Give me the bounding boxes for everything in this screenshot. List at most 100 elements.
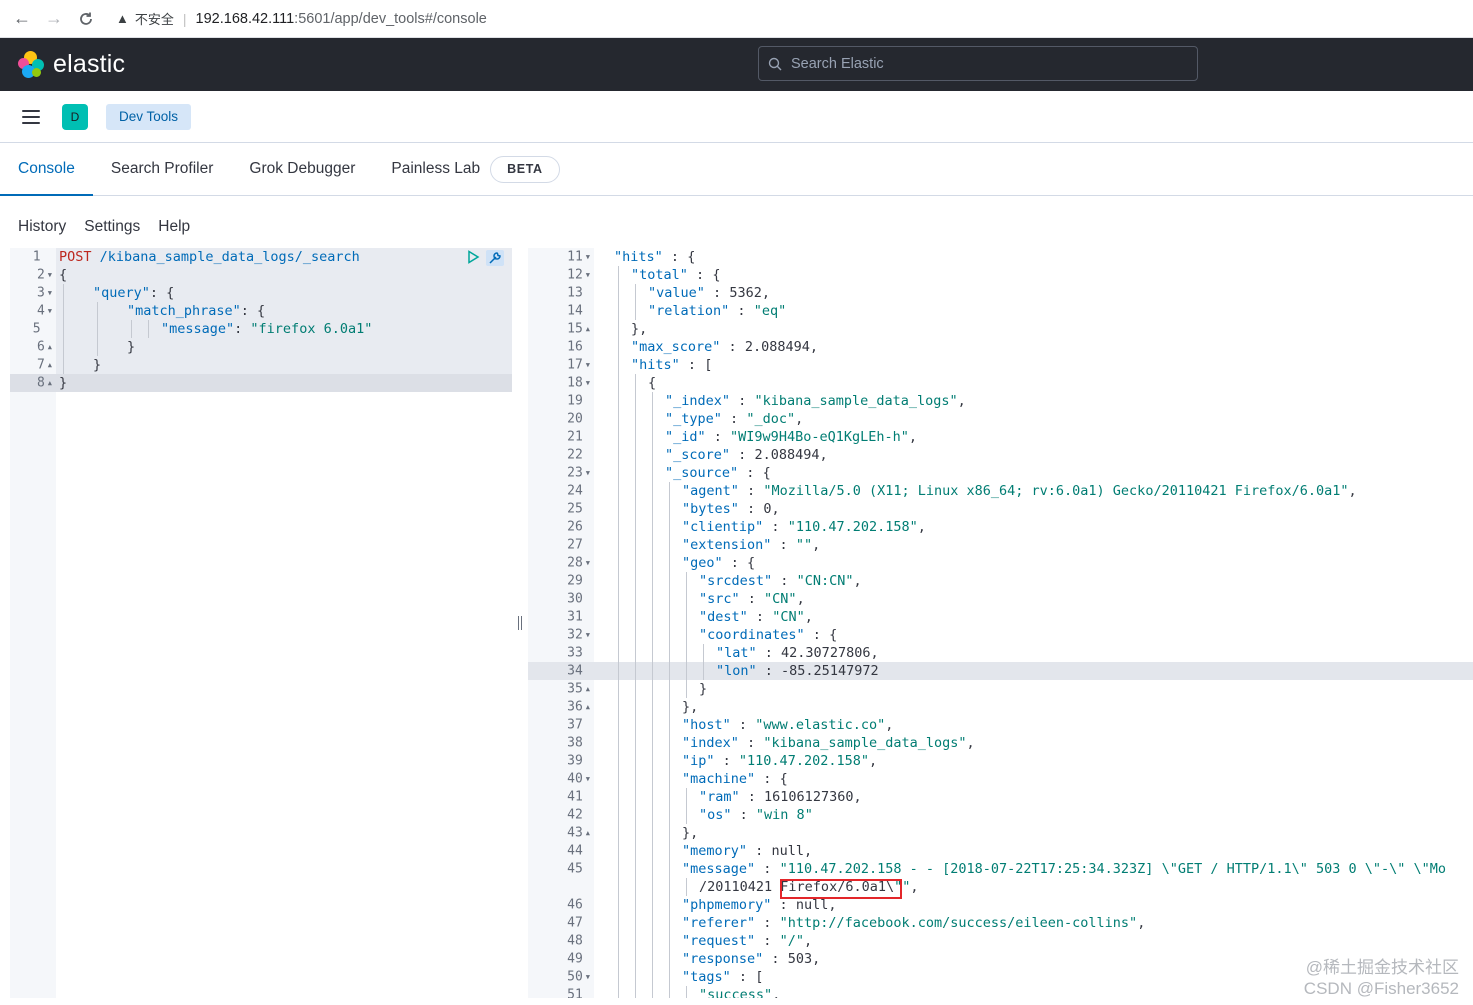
response-line[interactable]: "agent" : "Mozilla/5.0 (X11; Linux x86_6… (682, 482, 1357, 500)
fold-arrow-icon[interactable]: ▼ (48, 271, 52, 279)
request-line-2[interactable]: { (59, 266, 67, 284)
fold-arrow-icon[interactable]: ▼ (586, 253, 590, 261)
fold-arrow-icon[interactable]: ▼ (586, 271, 590, 279)
response-line[interactable]: "extension" : "", (682, 536, 820, 554)
fold-arrow-icon[interactable]: ▼ (48, 289, 52, 297)
request-line-6[interactable]: } (127, 338, 135, 356)
response-line[interactable]: "hits" : [ (631, 356, 712, 374)
response-line[interactable]: "response" : 503, (682, 950, 820, 968)
response-line[interactable]: "memory" : null, (682, 842, 812, 860)
brand-name[interactable]: elastic (53, 50, 125, 79)
response-line[interactable]: "lat" : 42.30727806, (716, 644, 879, 662)
request-line-4[interactable]: "match_phrase": { (127, 302, 265, 320)
fold-arrow-icon[interactable]: ▲ (48, 379, 52, 387)
forward-arrow-icon[interactable]: → (38, 0, 70, 38)
editor-resizer[interactable] (512, 248, 528, 998)
menu-icon[interactable] (22, 109, 40, 124)
response-line[interactable]: "srcdest" : "CN:CN", (699, 572, 862, 590)
fold-arrow-icon[interactable]: ▲ (48, 343, 52, 351)
response-line[interactable]: "bytes" : 0, (682, 500, 780, 518)
response-line[interactable]: "ip" : "110.47.202.158", (682, 752, 877, 770)
request-line-1[interactable]: POST /kibana_sample_data_logs/_search (59, 248, 360, 266)
response-line[interactable]: }, (682, 824, 698, 842)
history-link[interactable]: History (0, 218, 66, 236)
fold-arrow-icon[interactable]: ▼ (586, 559, 590, 567)
line-number-text: 41 (567, 789, 583, 805)
line-number-text: 26 (567, 519, 583, 535)
response-line[interactable]: "host" : "www.elastic.co", (682, 716, 893, 734)
request-editor[interactable]: 1 2 ▼ 3 ▼ 4 ▼ 5 6 ▲ 7 ▲ 8 ▲ POST /kibana_sample_dat… (10, 248, 512, 998)
breadcrumb-dev-tools[interactable]: Dev Tools (106, 103, 192, 130)
fold-arrow-icon[interactable]: ▲ (586, 325, 590, 333)
request-line-8[interactable]: } (59, 374, 67, 392)
fold-arrow-icon[interactable]: ▲ (586, 685, 590, 693)
request-line-3[interactable]: "query": { (93, 284, 174, 302)
line-number: 49▼ (528, 950, 590, 968)
response-line[interactable]: "request" : "/", (682, 932, 812, 950)
response-line[interactable]: "tags" : [ (682, 968, 763, 986)
indent-guide (703, 644, 704, 662)
response-line[interactable]: "total" : { (631, 266, 720, 284)
response-line[interactable]: } (699, 680, 707, 698)
indent-guide (618, 464, 619, 482)
response-line[interactable]: "index" : "kibana_sample_data_logs", (682, 734, 975, 752)
address-bar[interactable]: ▲ 不安全 | 192.168.42.111:5601/app/dev_tool… (116, 9, 487, 28)
settings-link[interactable]: Settings (66, 218, 140, 236)
response-viewer[interactable]: 11▼12▼13▼14▼15▲16▼17▼18▼19▼20▼21▼22▼23▼2… (528, 248, 1473, 998)
fold-arrow-icon[interactable]: ▼ (586, 631, 590, 639)
fold-arrow-icon[interactable]: ▼ (586, 973, 590, 981)
fold-arrow-icon[interactable]: ▼ (586, 775, 590, 783)
response-line[interactable]: "_index" : "kibana_sample_data_logs", (665, 392, 966, 410)
request-line-5[interactable]: "message": "firefox 6.0a1" (161, 320, 372, 338)
help-link[interactable]: Help (140, 218, 190, 236)
line-number: 36 ▲ (528, 698, 590, 716)
response-line[interactable]: "hits" : { (614, 248, 695, 266)
fold-arrow-icon[interactable]: ▼ (586, 379, 590, 387)
indent-guide (618, 770, 619, 788)
space-avatar[interactable]: D (62, 103, 88, 130)
elastic-logo-icon[interactable] (18, 51, 45, 78)
response-line[interactable]: "machine" : { (682, 770, 788, 788)
response-line[interactable]: "dest" : "CN", (699, 608, 813, 626)
tab-search-profiler[interactable]: Search Profiler (93, 143, 232, 195)
response-line[interactable]: "_type" : "_doc", (665, 410, 803, 428)
response-line[interactable]: "message" : "110.47.202.158 - - [2018-07… (682, 860, 1446, 878)
global-search[interactable] (758, 46, 1198, 81)
response-line[interactable]: "_id" : "WI9w9H4Bo-eQ1KgLEh-h", (665, 428, 917, 446)
fold-arrow-icon[interactable]: ▼ (48, 307, 52, 315)
indent-guide (618, 806, 619, 824)
response-line[interactable]: "_source" : { (665, 464, 771, 482)
response-line[interactable]: "value" : 5362, (648, 284, 770, 302)
play-icon[interactable] (466, 250, 480, 264)
response-line[interactable]: "geo" : { (682, 554, 755, 572)
tab-console[interactable]: Console (0, 143, 93, 196)
reload-icon[interactable] (70, 0, 102, 38)
fold-arrow-icon[interactable]: ▼ (586, 469, 590, 477)
response-line[interactable]: "relation" : "eq" (648, 302, 786, 320)
tab-painless-lab[interactable]: Painless Lab BETA (373, 143, 560, 195)
response-line[interactable]: "ram" : 16106127360, (699, 788, 862, 806)
indent-guide (618, 356, 619, 374)
back-arrow-icon[interactable]: ← (6, 0, 38, 38)
tab-grok-debugger[interactable]: Grok Debugger (231, 143, 373, 195)
wrench-icon[interactable] (486, 250, 504, 266)
request-line-7[interactable]: } (93, 356, 101, 374)
response-line[interactable]: }, (682, 698, 698, 716)
response-line[interactable]: "src" : "CN", (699, 590, 805, 608)
response-line[interactable]: "success", (699, 986, 780, 998)
json-punct: : (687, 267, 705, 283)
response-line[interactable]: "max_score" : 2.088494, (631, 338, 818, 356)
response-line[interactable]: "referer" : "http://facebook.com/success… (682, 914, 1145, 932)
response-line[interactable]: "clientip" : "110.47.202.158", (682, 518, 926, 536)
response-line[interactable]: { (648, 374, 656, 392)
response-line[interactable]: }, (631, 320, 647, 338)
response-line[interactable]: "coordinates" : { (699, 626, 837, 644)
fold-arrow-icon[interactable]: ▲ (586, 703, 590, 711)
fold-arrow-icon[interactable]: ▲ (586, 829, 590, 837)
response-line[interactable]: "os" : "win 8" (699, 806, 813, 824)
response-line[interactable]: "_score" : 2.088494, (665, 446, 828, 464)
fold-arrow-icon[interactable]: ▲ (48, 361, 52, 369)
search-input[interactable] (791, 55, 1181, 72)
fold-arrow-icon[interactable]: ▼ (586, 361, 590, 369)
response-line[interactable]: "lon" : -85.25147972 (716, 662, 879, 680)
